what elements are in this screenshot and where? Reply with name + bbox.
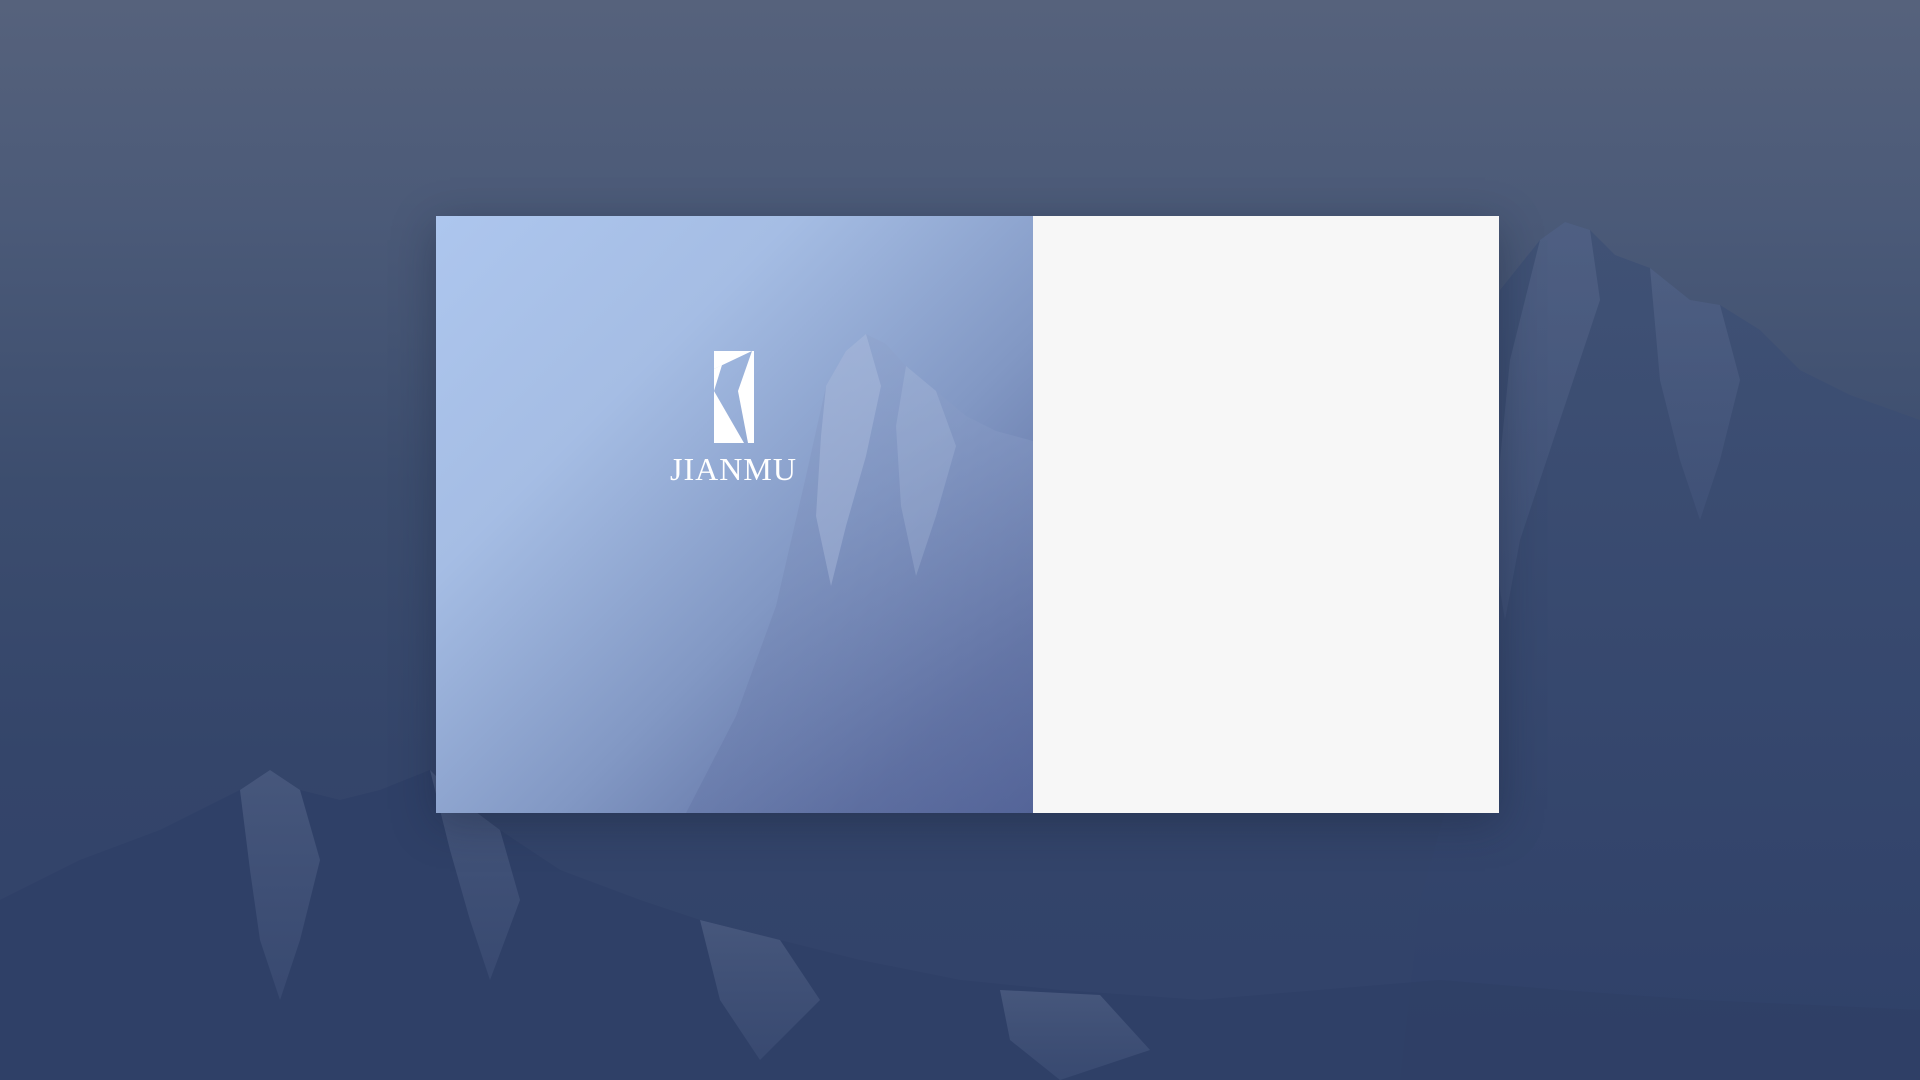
- brand-panel-mountain-image: [686, 334, 1033, 813]
- login-card: JIANMU: [436, 216, 1499, 813]
- login-form-panel: [1033, 216, 1499, 813]
- jianmu-logo-icon: [713, 351, 754, 443]
- brand-name: JIANMU: [670, 451, 797, 487]
- brand-logo: JIANMU: [436, 351, 1032, 485]
- brand-panel: JIANMU: [436, 216, 1033, 813]
